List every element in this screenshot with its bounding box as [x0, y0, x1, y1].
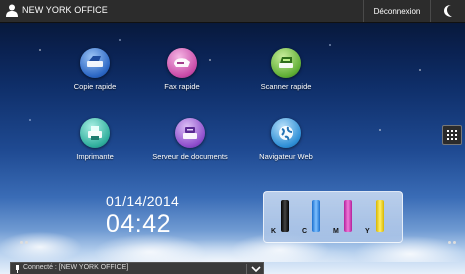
- toner-label-m: M: [333, 228, 339, 235]
- page-indicator-left: [20, 241, 30, 245]
- moon-icon: [443, 5, 452, 17]
- app-label: Navigateur Web: [259, 152, 313, 161]
- top-bar: NEW YORK OFFICE Déconnexion: [0, 0, 465, 23]
- toner-k-cartridge: [281, 200, 289, 232]
- toner-label-y: Y: [365, 228, 370, 235]
- document-server-icon: [175, 118, 205, 148]
- app-imprimante[interactable]: Imprimante: [50, 118, 140, 161]
- web-browser-icon: [271, 118, 301, 148]
- fax-icon: [167, 48, 197, 78]
- app-scanner-rapide[interactable]: Scanner rapide: [241, 48, 331, 91]
- status-bar[interactable]: Connecté : [NEW YORK OFFICE]: [10, 262, 264, 274]
- app-copie-rapide[interactable]: Copie rapide: [50, 48, 140, 91]
- clock-time: 04:42: [106, 210, 172, 238]
- app-list-button[interactable]: [442, 125, 462, 145]
- clock-date: 01/14/2014: [106, 193, 180, 209]
- energy-saver-button[interactable]: [430, 0, 465, 22]
- toner-c-cartridge: [312, 200, 320, 232]
- toner-m-cartridge: [344, 200, 352, 232]
- printer-icon: [80, 118, 110, 148]
- page-indicator-right: [448, 241, 458, 245]
- scanner-icon: [271, 48, 301, 78]
- user-icon: [6, 4, 18, 17]
- app-navigateur-web[interactable]: Navigateur Web: [241, 118, 331, 161]
- status-message: Connecté : [NEW YORK OFFICE]: [23, 264, 129, 271]
- app-label: Fax rapide: [164, 82, 200, 91]
- home-screen: NEW YORK OFFICE Déconnexion Copie rapide…: [0, 0, 465, 274]
- app-label: Scanner rapide: [260, 82, 312, 91]
- app-fax-rapide[interactable]: Fax rapide: [137, 48, 227, 91]
- toner-y-cartridge: [376, 200, 384, 232]
- status-divider: [246, 264, 247, 274]
- toner-label-k: K: [271, 228, 277, 235]
- logout-button[interactable]: Déconnexion: [363, 0, 430, 22]
- device-name: NEW YORK OFFICE: [22, 5, 108, 15]
- toner-status-widget[interactable]: K C M Y: [263, 191, 403, 243]
- connection-icon: [16, 265, 19, 273]
- app-label: Imprimante: [76, 152, 114, 161]
- chevron-down-icon[interactable]: [251, 265, 261, 273]
- toner-label-c: C: [302, 228, 308, 235]
- app-serveur-de-documents[interactable]: Serveur de documents: [145, 118, 235, 161]
- app-label: Serveur de documents: [152, 152, 228, 161]
- copy-icon: [80, 48, 110, 78]
- app-label: Copie rapide: [73, 82, 117, 91]
